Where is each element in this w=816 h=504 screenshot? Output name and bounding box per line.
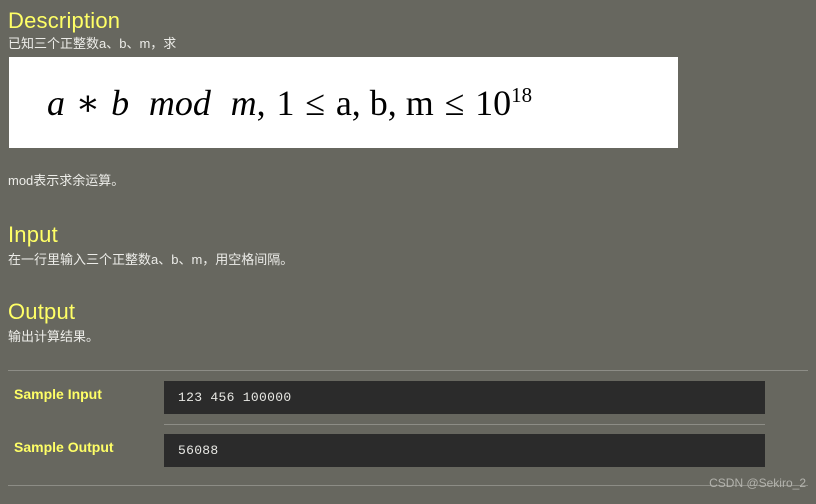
- sample-input-value: 123 456 100000: [178, 390, 292, 405]
- formula-exponent-18: 18: [511, 82, 533, 107]
- output-description-text: 输出计算结果。: [8, 329, 100, 344]
- formula-var-a: a: [47, 82, 65, 123]
- formula-comma: ,: [256, 82, 266, 123]
- csdn-watermark: CSDN @Sekiro_2: [709, 476, 806, 490]
- input-description-text: 在一行里输入三个正整数a、b、m，用空格间隔。: [8, 252, 294, 267]
- formula-base-ten: 10: [475, 82, 512, 123]
- section-heading-output: Output: [8, 299, 76, 324]
- formula-le-first: ≤: [305, 82, 326, 123]
- sample-output-label: Sample Output: [14, 439, 114, 455]
- divider-above-samples: [8, 370, 808, 371]
- section-heading-description: Description: [8, 8, 121, 33]
- section-heading-input: Input: [8, 222, 58, 247]
- sample-input-code-box[interactable]: 123 456 100000: [164, 381, 765, 414]
- formula-operator-times: ∗: [75, 82, 101, 123]
- divider-between-samples: [164, 424, 765, 425]
- sample-output-value: 56088: [178, 443, 219, 458]
- formula-number-one: 1: [276, 82, 295, 123]
- description-note-text: mod表示求余运算。: [8, 173, 125, 188]
- formula-image-block: a ∗ b mod m, 1 ≤ a, b, m ≤1018: [9, 57, 678, 148]
- problem-statement-page: Description 已知三个正整数a、b、m，求 a ∗ b mod m, 1 ≤ a, …: [0, 0, 816, 504]
- formula-le-second: ≤: [444, 82, 465, 123]
- formula-var-b: b: [111, 82, 130, 123]
- divider-bottom: [8, 485, 808, 486]
- description-intro-text: 已知三个正整数a、b、m，求: [8, 36, 177, 51]
- sample-input-label: Sample Input: [14, 386, 102, 402]
- sample-output-code-box[interactable]: 56088: [164, 434, 765, 467]
- formula-expression: a ∗ b mod m, 1 ≤ a, b, m ≤1018: [9, 82, 533, 123]
- formula-vars-list: a, b, m: [335, 82, 434, 123]
- formula-keyword-mod: mod: [148, 82, 211, 123]
- formula-var-m: m: [230, 82, 257, 123]
